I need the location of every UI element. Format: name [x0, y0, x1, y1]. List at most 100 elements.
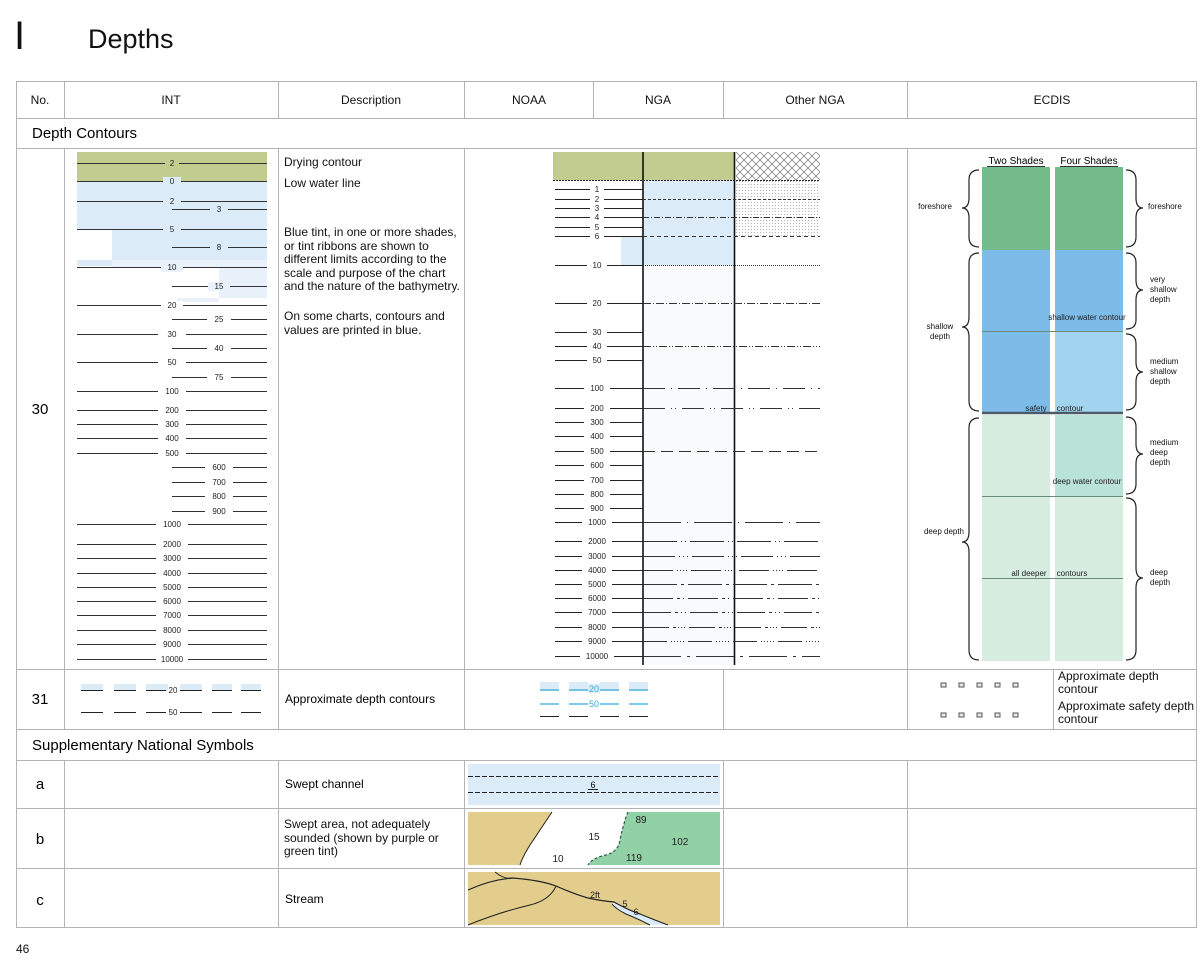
noaa-label: 6000 — [588, 594, 606, 603]
int-label: 10 — [168, 263, 177, 272]
noaa-label: 6 — [595, 232, 600, 241]
int-label: 8 — [217, 243, 222, 252]
brace-right-medium-shallow: medium shallow depth — [1150, 357, 1179, 386]
int-label: 15 — [215, 282, 224, 291]
int-label: 9000 — [163, 640, 181, 649]
desc-approx-contours: Approximate depth contours — [285, 692, 435, 706]
int-label: 6000 — [163, 597, 181, 606]
desc-drying-contour: Drying contour — [284, 156, 363, 169]
symbol-table: No. INT Description NOAA NGA Other NGA E… — [16, 81, 1197, 928]
int-label: 200 — [165, 406, 179, 415]
int-label: 600 — [212, 463, 226, 472]
noaa-label: 30 — [593, 328, 602, 337]
contour-label: contour — [1057, 404, 1084, 413]
noaa-label: 2 — [595, 195, 600, 204]
int-label: 3 — [217, 205, 222, 214]
brace-right-very-shallow: very shallow depth — [1150, 275, 1177, 304]
int-approx-label-20: 20 — [169, 686, 178, 695]
swept-area-sounding: 89 — [635, 815, 647, 826]
col-header-no: No. — [31, 93, 50, 107]
ecdis-approx-contours — [940, 682, 1019, 718]
section-depth-contours: Depth Contours — [32, 125, 137, 142]
noaa-label: 100 — [590, 384, 604, 393]
int-label: 1000 — [163, 520, 181, 529]
col-header-noaa: NOAA — [512, 93, 546, 107]
int-label: 50 — [168, 358, 177, 367]
int-label: 75 — [215, 373, 224, 382]
row-c-number: c — [36, 892, 44, 909]
stream-label: 6 — [633, 907, 638, 917]
noaa-label: 5 — [595, 223, 600, 232]
int-label: 2000 — [163, 540, 181, 549]
noaa-depth-contours-illustration: 1 2 3 4 5 6 10 20 30 40 50 100 200 300 4… — [553, 152, 820, 665]
int-label: 2 — [170, 197, 175, 206]
noaa-label: 9000 — [588, 637, 606, 646]
noaa-label: 4 — [595, 213, 600, 222]
noaa-label: 3000 — [588, 552, 606, 561]
stream-label: 5 — [622, 899, 627, 909]
col-header-nga: NGA — [645, 93, 671, 107]
col-header-int: INT — [161, 93, 181, 107]
swept-area-sounding: 102 — [672, 837, 689, 848]
int-label: 2 — [170, 159, 175, 168]
noaa-label: 3 — [595, 204, 600, 213]
noaa-label: 8000 — [588, 623, 606, 632]
deep-water-contour-label: deep water contour — [1053, 477, 1122, 486]
int-label: 500 — [165, 449, 179, 458]
section-supplementary: Supplementary National Symbols — [32, 737, 254, 754]
desc-swept-area: Swept area, not adequately sounded (show… — [284, 818, 439, 858]
int-label: 0 — [170, 177, 175, 186]
row-a-number: a — [36, 776, 45, 793]
noaa-label: 1 — [595, 185, 600, 194]
noaa-label: 1000 — [588, 518, 606, 527]
noaa-label: 4000 — [588, 566, 606, 575]
int-label: 8000 — [163, 626, 181, 635]
desc-stream: Stream — [285, 892, 324, 906]
row-30-number: 30 — [32, 401, 49, 418]
swept-area-sounding: 119 — [626, 853, 642, 864]
noaa-label: 800 — [590, 490, 604, 499]
int-label: 900 — [212, 507, 226, 516]
swept-area-sounding: 15 — [588, 832, 600, 843]
shallow-water-contour-label: shallow water contour — [1048, 313, 1126, 322]
noaa-approx-label-20: 20 — [589, 684, 599, 694]
int-label: 5000 — [163, 583, 181, 592]
desc-blue-tint: Blue tint, in one or more shades, or tin… — [284, 225, 460, 293]
ecdis-approx-depth-contour: Approximate depth contour — [1058, 670, 1159, 696]
int-label: 700 — [212, 478, 226, 487]
int-label: 800 — [212, 492, 226, 501]
int-label: 10000 — [161, 655, 184, 664]
noaa-label: 500 — [590, 447, 604, 456]
int-label: 30 — [168, 330, 177, 339]
swept-area-sounding: 10 — [552, 854, 564, 865]
row-31-number: 31 — [32, 691, 49, 708]
noaa-label: 700 — [590, 476, 604, 485]
noaa-label: 2000 — [588, 537, 606, 546]
brace-right-foreshore: foreshore — [1148, 202, 1182, 211]
int-label: 3000 — [163, 554, 181, 563]
ecdis-approx-safety-contour: Approximate safety depth contour — [1058, 700, 1195, 726]
noaa-label: 200 — [590, 404, 604, 413]
noaa-label: 900 — [590, 504, 604, 513]
safety-label: safety — [1025, 404, 1046, 413]
noaa-label: 50 — [593, 356, 602, 365]
noaa-label: 600 — [590, 461, 604, 470]
col-header-ecdis: ECDIS — [1034, 93, 1071, 107]
int-depth-contours-illustration: 2 0 2 5 10 20 30 50 100 200 300 400 500 … — [77, 152, 267, 664]
stream-symbol: 2ft 5 6 — [467, 871, 720, 926]
brace-right-deep: deep depth — [1150, 568, 1171, 587]
stream-label: 2ft — [590, 890, 601, 900]
int-label: 4000 — [163, 569, 181, 578]
int-approx-contours: 20 50 — [81, 684, 261, 717]
int-label: 100 — [165, 387, 179, 396]
noaa-label: 7000 — [588, 608, 606, 617]
desc-swept-channel: Swept channel — [285, 777, 364, 791]
int-label: 5 — [170, 225, 175, 234]
contours-label: contours — [1057, 569, 1088, 578]
col-header-description: Description — [341, 93, 401, 107]
noaa-label: 10000 — [586, 652, 609, 661]
int-approx-label-50: 50 — [169, 708, 178, 717]
int-label: 7000 — [163, 611, 181, 620]
noaa-label: 300 — [590, 418, 604, 427]
brace-right-medium-deep: medium deep depth — [1150, 438, 1179, 467]
